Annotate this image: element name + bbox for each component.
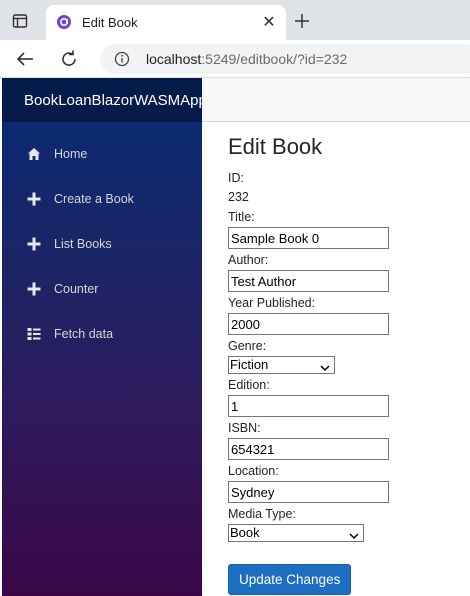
plus-icon: [26, 281, 42, 297]
location-label: Location:: [228, 464, 279, 478]
plus-icon: [26, 236, 42, 252]
media-type-selected-value: Book: [230, 525, 260, 540]
page-title: Edit Book: [228, 134, 323, 159]
top-row: [202, 78, 470, 122]
browser-tab-active[interactable]: Edit Book ✕: [46, 5, 286, 40]
tab-title: Edit Book: [82, 15, 138, 30]
sidebar-item-label: Fetch data: [54, 326, 114, 341]
address-bar[interactable]: localhost:5249/editbook/?id=232: [100, 44, 470, 74]
sidebar-item-counter[interactable]: Counter: [2, 266, 202, 311]
genre-select[interactable]: Fiction: [228, 356, 335, 374]
plus-icon: [26, 191, 42, 207]
title-input[interactable]: [228, 227, 389, 249]
id-value: 232: [228, 190, 249, 204]
sidebar-item-label: Counter: [54, 281, 99, 296]
sidebar-item-label: Create a Book: [54, 191, 134, 206]
genre-selected-value: Fiction: [230, 357, 269, 372]
url-host: localhost: [146, 51, 202, 67]
sidebar: BookLoanBlazorWASMApp Home Create a Book…: [2, 78, 207, 596]
chevron-down-icon: [320, 360, 330, 375]
author-label: Author:: [228, 253, 269, 267]
isbn-input[interactable]: [228, 438, 389, 460]
tab-actions-icon[interactable]: [8, 9, 32, 33]
site-info-icon[interactable]: [114, 51, 130, 67]
sidebar-item-home[interactable]: Home: [2, 131, 202, 176]
sidebar-item-label: Home: [54, 146, 88, 161]
home-icon: [26, 146, 42, 162]
browser-toolbar: localhost:5249/editbook/?id=232: [0, 40, 470, 78]
id-label: ID:: [228, 171, 244, 185]
brand-bar: BookLoanBlazorWASMApp: [2, 78, 207, 122]
title-label: Title:: [228, 210, 255, 224]
sidebar-item-fetch-data[interactable]: Fetch data: [2, 311, 202, 356]
media-type-select[interactable]: Book: [228, 524, 364, 542]
sidebar-item-label: List Books: [54, 236, 112, 251]
author-input[interactable]: [228, 270, 389, 292]
sidebar-nav: Home Create a Book List Books Counter Fe…: [2, 122, 202, 356]
chevron-down-icon: [349, 528, 359, 543]
browser-tabbar: Edit Book ✕: [0, 0, 470, 40]
genre-label: Genre:: [228, 339, 267, 353]
media-type-label: Media Type:: [228, 507, 296, 521]
year-label: Year Published:: [228, 296, 316, 310]
url-text: localhost:5249/editbook/?id=232: [146, 51, 347, 67]
sidebar-item-create-book[interactable]: Create a Book: [2, 176, 202, 221]
edit-book-form: Edit Book ID: 232 Title: Author: Year Pu…: [228, 134, 468, 595]
update-changes-button[interactable]: Update Changes: [228, 564, 352, 595]
new-tab-icon[interactable]: [292, 11, 312, 31]
close-tab-icon[interactable]: ✕: [260, 13, 278, 31]
url-path: :5249/editbook/?id=232: [201, 51, 348, 67]
sidebar-item-list-books[interactable]: List Books: [2, 221, 202, 266]
reload-icon[interactable]: [58, 48, 80, 70]
edition-label: Edition:: [228, 378, 270, 392]
edition-input[interactable]: [228, 395, 389, 417]
list-icon: [26, 326, 42, 342]
app-brand[interactable]: BookLoanBlazorWASMApp: [24, 92, 207, 109]
location-input[interactable]: [228, 481, 389, 503]
year-published-input[interactable]: [228, 313, 389, 335]
blazor-favicon-icon: [56, 14, 72, 30]
isbn-label: ISBN:: [228, 421, 261, 435]
back-arrow-icon[interactable]: [14, 48, 36, 70]
